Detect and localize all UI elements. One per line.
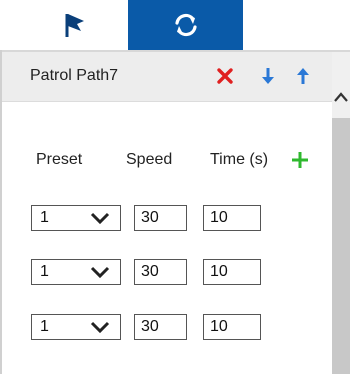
add-preset-button[interactable] (290, 150, 310, 170)
column-header-speed: Speed (126, 151, 173, 168)
preset-value: 1 (40, 318, 49, 335)
close-icon (217, 68, 233, 84)
chevron-up-icon (334, 92, 348, 102)
arrow-down-icon (262, 68, 274, 84)
plus-icon (292, 152, 308, 168)
column-header-preset: Preset (36, 151, 83, 168)
time-input[interactable]: 10 (203, 314, 261, 340)
tab-empty (243, 0, 350, 50)
time-input[interactable]: 10 (203, 259, 261, 285)
time-input[interactable]: 10 (203, 205, 261, 231)
tab-patrol[interactable] (128, 0, 243, 50)
arrow-up-icon (297, 68, 309, 84)
column-header-time: Time (s) (210, 151, 269, 168)
path-title: Patrol Path7 (30, 67, 119, 84)
refresh-icon (174, 13, 197, 37)
speed-input[interactable]: 30 (134, 314, 187, 340)
preset-select[interactable]: 1 (31, 205, 121, 231)
move-down-button[interactable] (256, 64, 280, 88)
tab-bar (0, 0, 350, 50)
preset-select[interactable]: 1 (31, 259, 121, 285)
scroll-up-button[interactable] (332, 86, 350, 108)
scrollbar-thumb[interactable] (332, 118, 350, 374)
chevron-down-icon (90, 266, 110, 279)
move-up-button[interactable] (291, 64, 315, 88)
speed-input[interactable]: 30 (134, 259, 187, 285)
chevron-down-icon (90, 321, 110, 334)
delete-path-button[interactable] (213, 64, 237, 88)
patrol-panel: Patrol Path7 Preset Speed Time (s) 1 30 … (0, 0, 350, 374)
preset-value: 1 (40, 263, 49, 280)
flag-icon (65, 14, 84, 37)
chevron-down-icon (90, 212, 110, 225)
speed-input[interactable]: 30 (134, 205, 187, 231)
preset-select[interactable]: 1 (31, 314, 121, 340)
preset-value: 1 (40, 209, 49, 226)
tab-presets[interactable] (22, 0, 128, 50)
